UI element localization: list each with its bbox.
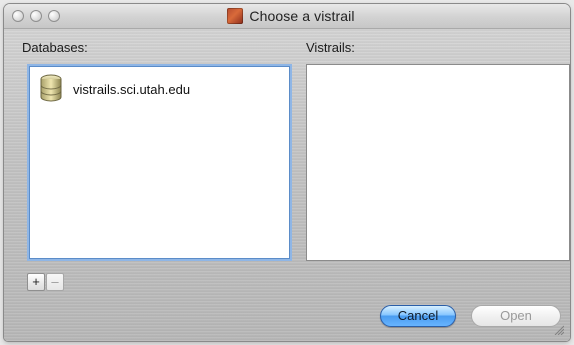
resize-grip-icon[interactable] — [552, 323, 564, 335]
vistrails-label: Vistrails: — [306, 40, 355, 55]
database-item-label: vistrails.sci.utah.edu — [73, 81, 191, 97]
window-title: Choose a vistrail — [249, 8, 355, 24]
databases-label: Databases: — [22, 40, 88, 55]
title-bar: Choose a vistrail — [4, 4, 570, 29]
databases-list[interactable]: vistrails.sci.utah.edu — [27, 64, 292, 261]
window-title-wrap: Choose a vistrail — [4, 4, 570, 28]
vistrails-app-icon — [227, 8, 244, 24]
choose-vistrail-window: Choose a vistrail Databases: Vistrails: — [4, 4, 570, 341]
open-button[interactable]: Open — [471, 305, 561, 327]
database-item[interactable]: vistrails.sci.utah.edu — [39, 72, 190, 106]
add-database-button[interactable]: + — [27, 273, 45, 291]
vistrails-list[interactable] — [306, 64, 570, 261]
database-icon — [39, 74, 63, 104]
remove-database-button[interactable]: – — [46, 273, 64, 291]
cancel-button[interactable]: Cancel — [380, 305, 456, 327]
